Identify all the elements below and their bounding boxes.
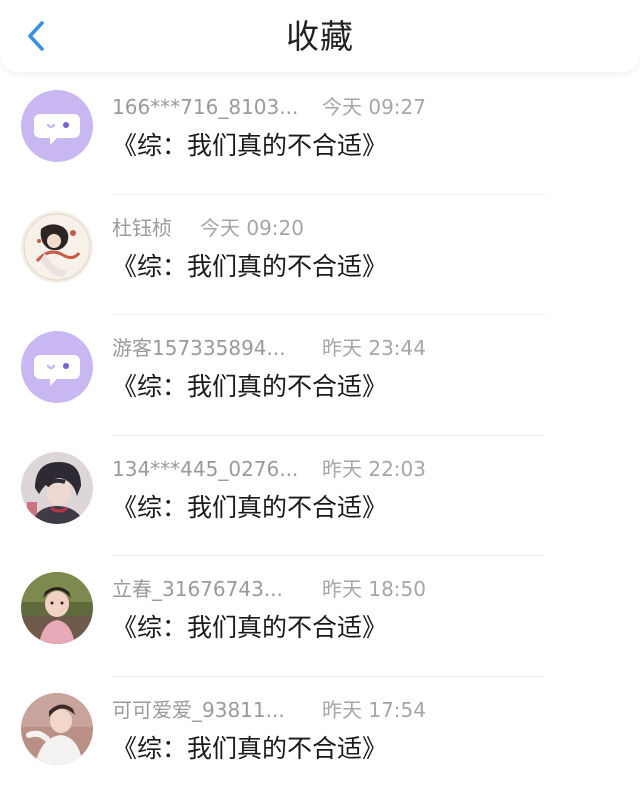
username: 166***716_8103... (112, 92, 298, 122)
list-item[interactable]: 134***445_0276... 昨天 22:03 《综：我们真的不合适》 (0, 436, 640, 557)
book-title: 《综：我们真的不合适》 (112, 611, 387, 645)
anime-portrait-avatar (21, 452, 93, 524)
username: 立春_31676743... (112, 574, 283, 604)
timestamp: 今天 09:27 (322, 92, 426, 122)
timestamp: 昨天 22:03 (322, 454, 426, 484)
avatar[interactable] (21, 90, 93, 162)
avatar[interactable] (21, 452, 93, 524)
book-title: 《综：我们真的不合适》 (112, 129, 387, 163)
timestamp: 昨天 23:44 (322, 333, 426, 363)
chat-bubble-icon (21, 331, 93, 403)
username: 134***445_0276... (112, 454, 298, 484)
child-photo-avatar (21, 572, 93, 644)
avatar[interactable] (21, 572, 93, 644)
book-title: 《综：我们真的不合适》 (112, 732, 387, 766)
timestamp: 昨天 18:50 (322, 574, 426, 604)
list-item[interactable]: 游客157335894... 昨天 23:44 《综：我们真的不合适》 (0, 315, 640, 436)
timestamp: 今天 09:20 (200, 213, 304, 243)
avatar[interactable] (21, 693, 93, 765)
list-item[interactable]: 杜钰桢 今天 09:20 《综：我们真的不合适》 (0, 195, 640, 316)
list-item[interactable]: 可可爱爱_93811... 昨天 17:54 《综：我们真的不合适》 (0, 677, 640, 797)
page-title: 收藏 (0, 16, 640, 58)
username: 游客157335894... (112, 333, 286, 363)
username: 杜钰桢 (112, 213, 172, 243)
avatar[interactable] (21, 331, 93, 403)
child-photo-avatar (21, 693, 93, 765)
top-bar: 收藏 (0, 0, 640, 72)
book-title: 《综：我们真的不合适》 (112, 370, 387, 404)
anime-illustration-avatar (21, 211, 93, 283)
book-title: 《综：我们真的不合适》 (112, 250, 387, 284)
timestamp: 昨天 17:54 (322, 695, 426, 725)
favorites-list: 166***716_8103... 今天 09:27 《综：我们真的不合适》 杜… (0, 74, 640, 797)
chat-bubble-icon (21, 90, 93, 162)
book-title: 《综：我们真的不合适》 (112, 491, 387, 525)
list-item[interactable]: 166***716_8103... 今天 09:27 《综：我们真的不合适》 (0, 74, 640, 195)
list-item[interactable]: 立春_31676743... 昨天 18:50 《综：我们真的不合适》 (0, 556, 640, 677)
username: 可可爱爱_93811... (112, 695, 285, 725)
avatar[interactable] (21, 211, 93, 283)
